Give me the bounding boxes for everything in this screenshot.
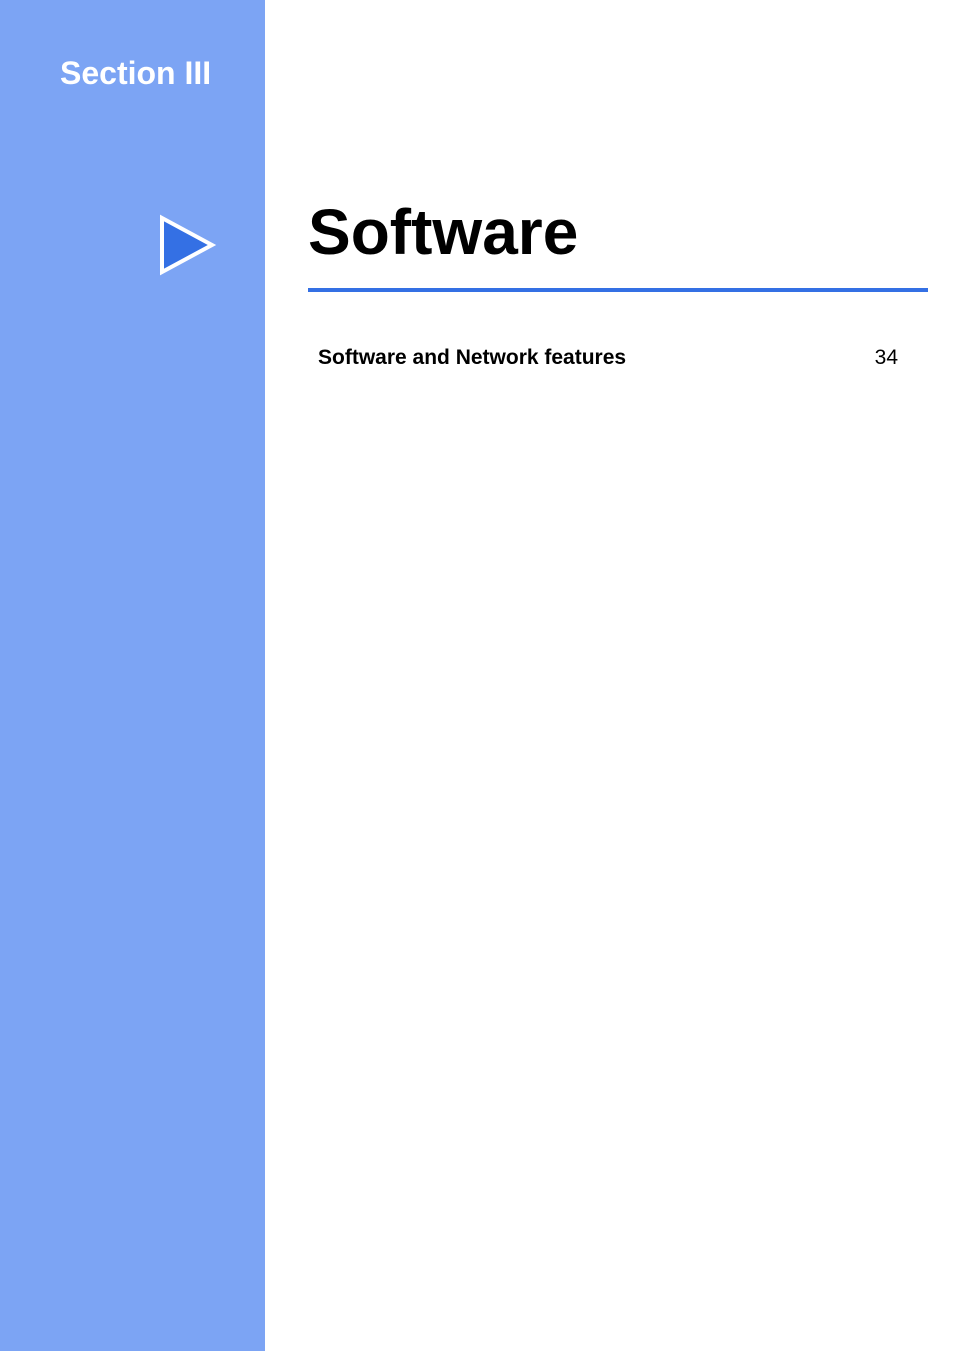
toc-entry-page: 34 bbox=[875, 346, 898, 370]
section-arrow-icon bbox=[140, 200, 230, 290]
toc-entry-label: Software and Network features bbox=[318, 346, 626, 370]
toc-entry: Software and Network features 34 bbox=[318, 346, 898, 370]
title-underline bbox=[308, 288, 928, 292]
section-label: Section III bbox=[60, 55, 211, 92]
page-title: Software bbox=[308, 200, 578, 264]
